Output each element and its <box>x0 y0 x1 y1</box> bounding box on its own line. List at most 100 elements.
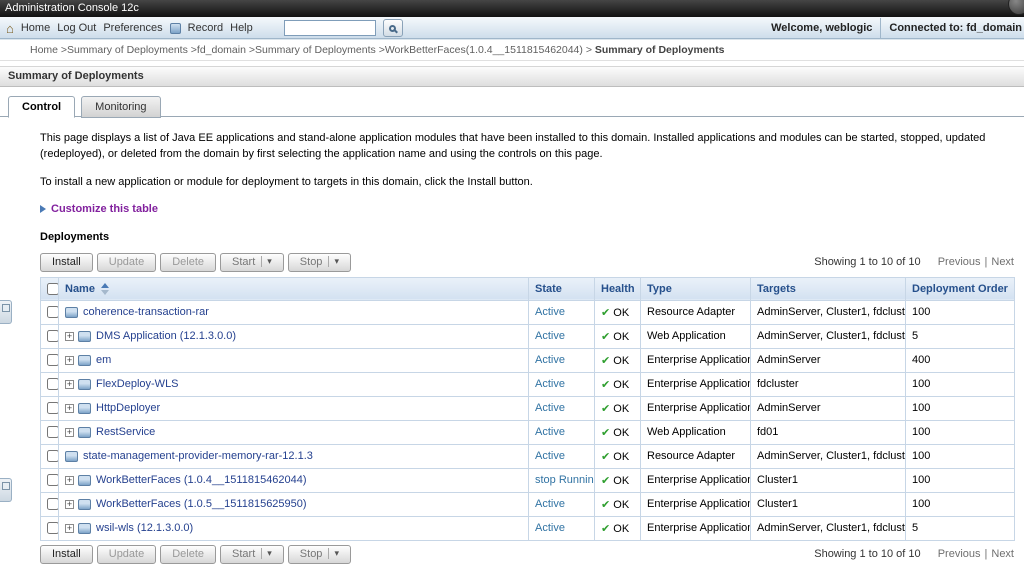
previous-link[interactable]: Previous <box>938 548 981 560</box>
row-checkbox[interactable] <box>47 522 58 535</box>
state-link[interactable]: Active <box>535 450 565 462</box>
row-checkbox[interactable] <box>47 474 58 487</box>
page-description-1: This page displays a list of Java EE app… <box>40 132 986 160</box>
row-checkbox[interactable] <box>47 378 58 391</box>
expand-icon[interactable]: + <box>65 332 74 341</box>
row-checkbox[interactable] <box>47 354 58 367</box>
update-button[interactable]: Update <box>96 544 157 564</box>
deployment-name-link[interactable]: state-management-provider-memory-rar-12.… <box>83 450 313 462</box>
next-link[interactable]: Next <box>991 256 1014 268</box>
state-link[interactable]: Active <box>535 426 565 438</box>
state-link[interactable]: Active <box>535 330 565 342</box>
stop-menu-button[interactable]: Stop ▾ <box>287 252 351 272</box>
state-link[interactable]: Active <box>535 522 565 534</box>
search-button[interactable] <box>382 19 403 37</box>
health-cell: ✔ OK <box>594 467 641 493</box>
search-input[interactable] <box>283 20 376 36</box>
table-row: + FlexDeploy-WLS Active ✔ OK Enterprise Appl… <box>40 371 1015 397</box>
state-link[interactable]: stop Running <box>535 474 594 486</box>
main-content: This page displays a list of Java EE app… <box>0 117 1024 569</box>
row-checkbox[interactable] <box>47 402 58 415</box>
deployment-name-link[interactable]: coherence-transaction-rar <box>83 306 209 318</box>
expand-icon[interactable]: + <box>65 524 74 533</box>
customize-table[interactable]: Customize this table <box>40 203 1014 215</box>
page-description-2: To install a new application or module f… <box>40 175 533 188</box>
customize-table-link[interactable]: Customize this table <box>51 203 158 215</box>
install-button[interactable]: Install <box>40 544 93 564</box>
deployment-name-link[interactable]: wsil-wls (12.1.3.0.0) <box>96 522 193 534</box>
expand-icon[interactable]: + <box>65 380 74 389</box>
deployment-name-link[interactable]: FlexDeploy-WLS <box>96 378 179 390</box>
order-cell: 100 <box>905 371 1015 397</box>
targets-cell: AdminServer, Cluster1, fdcluster <box>750 323 906 349</box>
targets-cell: AdminServer <box>750 347 906 373</box>
expand-icon[interactable]: + <box>65 428 74 437</box>
health-text: OK <box>613 378 630 391</box>
deployment-name-link[interactable]: RestService <box>96 426 155 438</box>
row-select-cell <box>40 515 59 541</box>
nav-logout[interactable]: Log Out <box>57 22 96 34</box>
table-header-row: Name State Health Type Targets Deploymen… <box>40 276 1015 301</box>
row-select-cell <box>40 371 59 397</box>
health-ok-icon: ✔ <box>601 498 611 511</box>
breadcrumb[interactable]: Home >Summary of Deployments >fd_domain … <box>0 40 1024 61</box>
record-icon <box>169 22 181 34</box>
expand-icon[interactable]: + <box>65 476 74 485</box>
previous-link[interactable]: Previous <box>938 256 981 268</box>
state-cell: Active <box>528 515 595 541</box>
search-icon <box>389 24 397 32</box>
deployment-name-link[interactable]: em <box>96 354 111 366</box>
row-checkbox[interactable] <box>47 426 58 439</box>
row-checkbox[interactable] <box>47 306 58 319</box>
nav-help[interactable]: Help <box>230 22 253 34</box>
state-cell: Active <box>528 491 595 517</box>
breadcrumb-current: Summary of Deployments <box>594 44 725 56</box>
table-row: coherence-transaction-rar Active ✔ OK Resou… <box>40 299 1015 325</box>
nav-preferences[interactable]: Preferences <box>103 22 162 34</box>
type-cell: Enterprise Application <box>640 515 751 541</box>
expand-sidebar-handle[interactable] <box>0 478 12 502</box>
nav-record[interactable]: Record <box>188 22 223 34</box>
connected-domain-text: Connected to: fd_domain <box>880 18 1024 38</box>
state-link[interactable]: Active <box>535 498 565 510</box>
update-button[interactable]: Update <box>96 252 157 272</box>
nav-home[interactable]: Home <box>21 22 50 34</box>
deployment-icon <box>78 331 91 342</box>
state-link[interactable]: Active <box>535 378 565 390</box>
select-all-checkbox[interactable] <box>47 282 58 295</box>
type-cell: Enterprise Application <box>640 467 751 493</box>
table-row: + WorkBetterFaces (1.0.4__1511815462044) s… <box>40 467 1015 493</box>
state-link[interactable]: Active <box>535 354 565 366</box>
row-checkbox[interactable] <box>47 498 58 511</box>
start-menu-button[interactable]: Start ▾ <box>220 252 284 272</box>
health-ok-icon: ✔ <box>601 306 611 319</box>
deployment-name-link[interactable]: WorkBetterFaces (1.0.5__1511815625950) <box>96 498 307 510</box>
chevron-down-icon: ▾ <box>328 256 339 268</box>
state-link[interactable]: Active <box>535 402 565 414</box>
stop-menu-button[interactable]: Stop ▾ <box>287 544 351 564</box>
expand-icon[interactable]: + <box>65 356 74 365</box>
install-button[interactable]: Install <box>40 252 93 272</box>
start-menu-button[interactable]: Start ▾ <box>220 544 284 564</box>
delete-button[interactable]: Delete <box>160 544 217 564</box>
name-cell: + WorkBetterFaces (1.0.5__1511815625950) <box>58 491 529 517</box>
breadcrumb-trail[interactable]: Home >Summary of Deployments >fd_domain … <box>30 44 592 56</box>
expand-icon[interactable]: + <box>65 500 74 509</box>
tab-control[interactable]: Control <box>8 96 76 118</box>
col-name[interactable]: Name <box>58 276 529 301</box>
state-link[interactable]: Active <box>535 306 565 318</box>
tab-monitoring[interactable]: Monitoring <box>81 96 161 118</box>
welcome-text: Welcome, weblogic <box>771 22 873 34</box>
deployment-name-link[interactable]: WorkBetterFaces (1.0.4__1511815462044) <box>96 474 307 486</box>
row-checkbox[interactable] <box>47 330 58 343</box>
expand-sidebar-handle[interactable] <box>0 300 12 324</box>
row-checkbox[interactable] <box>47 450 58 463</box>
next-link[interactable]: Next <box>991 548 1014 560</box>
delete-button[interactable]: Delete <box>160 252 217 272</box>
expand-icon[interactable]: + <box>65 404 74 413</box>
deployment-name-link[interactable]: DMS Application (12.1.3.0.0) <box>96 330 236 342</box>
deployment-name-link[interactable]: HttpDeployer <box>96 402 160 414</box>
deployment-icon <box>78 403 91 414</box>
sort-icon[interactable] <box>100 282 109 295</box>
targets-cell: AdminServer, Cluster1, fdcluster <box>750 515 906 541</box>
